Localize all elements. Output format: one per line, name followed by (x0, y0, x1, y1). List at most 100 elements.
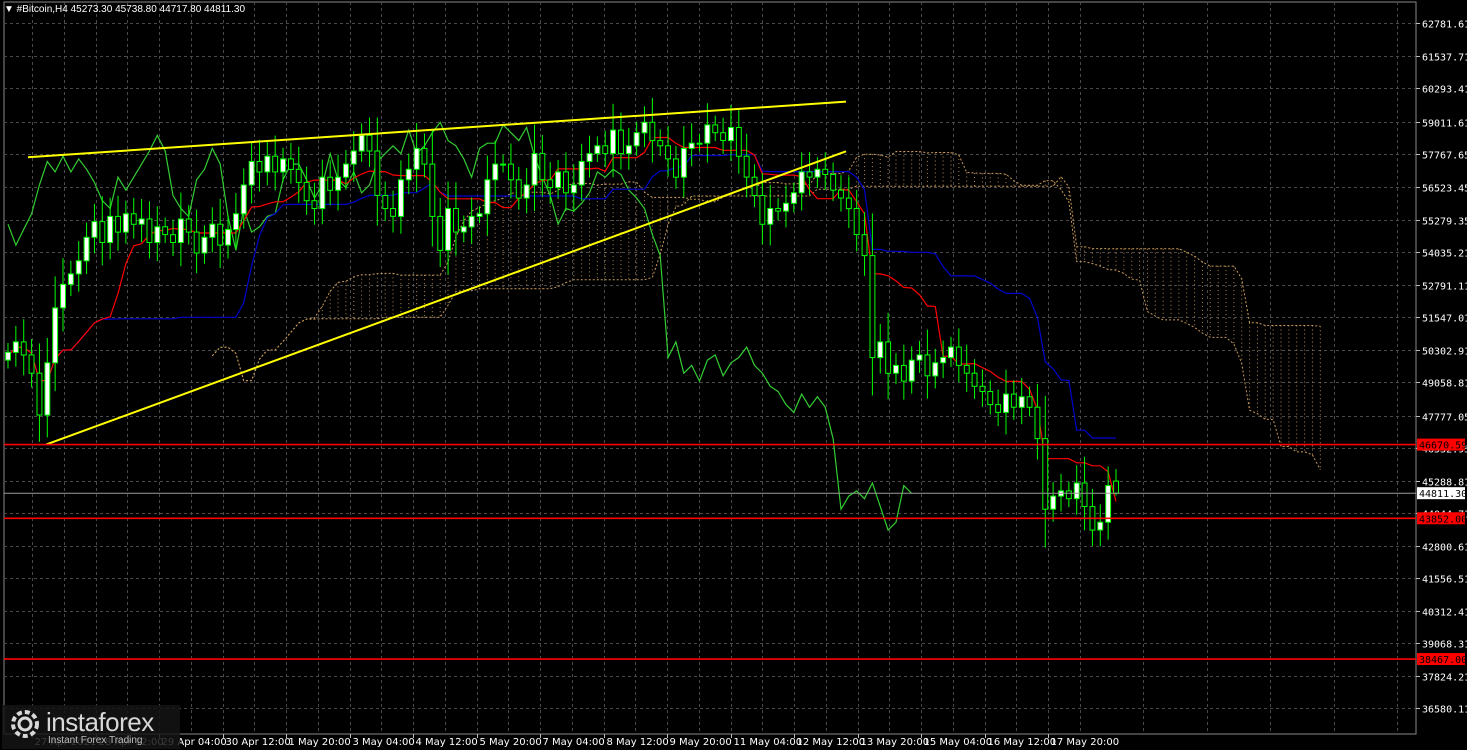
y-tick-label: 41556.51 (1422, 575, 1467, 586)
candle-body (75, 260, 82, 275)
candle-body (924, 354, 931, 377)
y-tick-label: 36580.11 (1422, 705, 1467, 716)
candle-body (720, 132, 727, 141)
y-tick-label: 47777.05 (1422, 413, 1467, 424)
candle-body (390, 208, 397, 217)
candle-body (838, 189, 844, 199)
candle-body (170, 234, 177, 243)
candle-body (963, 364, 970, 374)
x-tick-label: 15 May 04:00 (924, 737, 993, 748)
y-tick-label: 51547.01 (1422, 314, 1467, 325)
candle-body (1018, 396, 1025, 408)
candle-body (971, 372, 978, 387)
candle-body (1042, 438, 1049, 510)
candle-body (201, 236, 208, 254)
candle-body (476, 213, 483, 217)
candle-body (657, 140, 664, 147)
x-tick-label: 11 May 04:00 (734, 737, 803, 748)
y-tick-label: 52791.11 (1422, 282, 1467, 293)
candle-body (1010, 393, 1017, 408)
candle-body (1105, 485, 1112, 523)
candle-body (343, 163, 349, 178)
candle-body (1026, 396, 1033, 408)
candle-body (1003, 393, 1009, 413)
candle-body (311, 200, 318, 209)
y-tick-label: 49058.81 (1422, 379, 1467, 390)
candle-body (248, 161, 255, 186)
candle-body (138, 218, 145, 225)
chikou-span (7, 121, 913, 532)
candle-body (704, 124, 711, 144)
candle-body (995, 404, 1002, 413)
candle-body (382, 195, 389, 210)
y-tick-label: 54035.21 (1422, 249, 1467, 260)
candle-body (641, 121, 648, 134)
candle-body (358, 134, 365, 152)
candle-body (877, 341, 884, 359)
candle-body (445, 208, 452, 251)
y-tick-label: 59011.61 (1422, 119, 1467, 130)
candle-body (225, 228, 232, 246)
candle-body (60, 283, 66, 309)
candle-body (822, 168, 829, 176)
candle-body (712, 124, 719, 134)
candle-body (91, 221, 98, 238)
candle-body (177, 218, 184, 243)
candle-body (256, 161, 263, 173)
candle-body (578, 161, 585, 186)
x-tick-label: 12 May 12:00 (797, 737, 866, 748)
candle-body (264, 155, 271, 173)
candle-body (185, 218, 192, 233)
candle-body (798, 171, 805, 194)
candle-body (806, 171, 813, 178)
candle-body (36, 372, 43, 416)
candle-body (468, 215, 475, 228)
candle-body (122, 213, 129, 233)
candle-body (790, 192, 797, 204)
candle-body (987, 391, 994, 406)
candle-body (492, 163, 499, 181)
x-tick-label: 13 May 20:00 (861, 737, 930, 748)
x-tick-label: 7 May 04:00 (543, 737, 605, 748)
candle-body (523, 184, 530, 199)
y-tick-label: 60293.41 (1422, 85, 1467, 96)
candle-body (453, 208, 459, 233)
candle-body (193, 231, 200, 254)
x-tick-label: 5 May 20:00 (480, 737, 542, 748)
candle-body (853, 208, 860, 236)
level-label: 38467.00 (1419, 655, 1467, 666)
candle-body (830, 174, 837, 191)
candle-body (900, 364, 907, 382)
candle-body (539, 153, 546, 181)
candle-body (44, 362, 51, 416)
candle-body (1113, 480, 1119, 494)
candle-body (555, 171, 561, 189)
candle-body (735, 127, 742, 157)
candle-body (319, 176, 326, 210)
y-tick-label: 61537.71 (1422, 53, 1467, 64)
candle-body (500, 163, 507, 166)
candle-body (366, 134, 373, 152)
candle-body (743, 155, 750, 178)
candle-body (28, 354, 35, 374)
candle-body (610, 129, 616, 155)
logo-name: instaforex (46, 707, 154, 737)
candle-body (83, 236, 90, 262)
candle-body (288, 158, 294, 170)
candle-body (335, 176, 342, 191)
senkou-span-a (211, 151, 1321, 470)
candle-body (272, 155, 279, 173)
candle-body (618, 129, 624, 155)
price-chart[interactable]: 62781.61 61537.71 60293.41 59011.61 57767.65… (0, 0, 1467, 750)
candle-body (680, 147, 687, 178)
candle-body (115, 215, 121, 233)
y-tick-label: 55279.35 (1422, 217, 1467, 228)
candle-body (649, 121, 656, 142)
candle-body (130, 213, 137, 225)
candle-body (1081, 482, 1088, 507)
candle-body (783, 202, 789, 212)
y-tick-label: 56523.45 (1422, 184, 1467, 195)
candle-body (688, 142, 695, 149)
candle-body (1034, 406, 1041, 440)
candle-body (1073, 482, 1080, 500)
